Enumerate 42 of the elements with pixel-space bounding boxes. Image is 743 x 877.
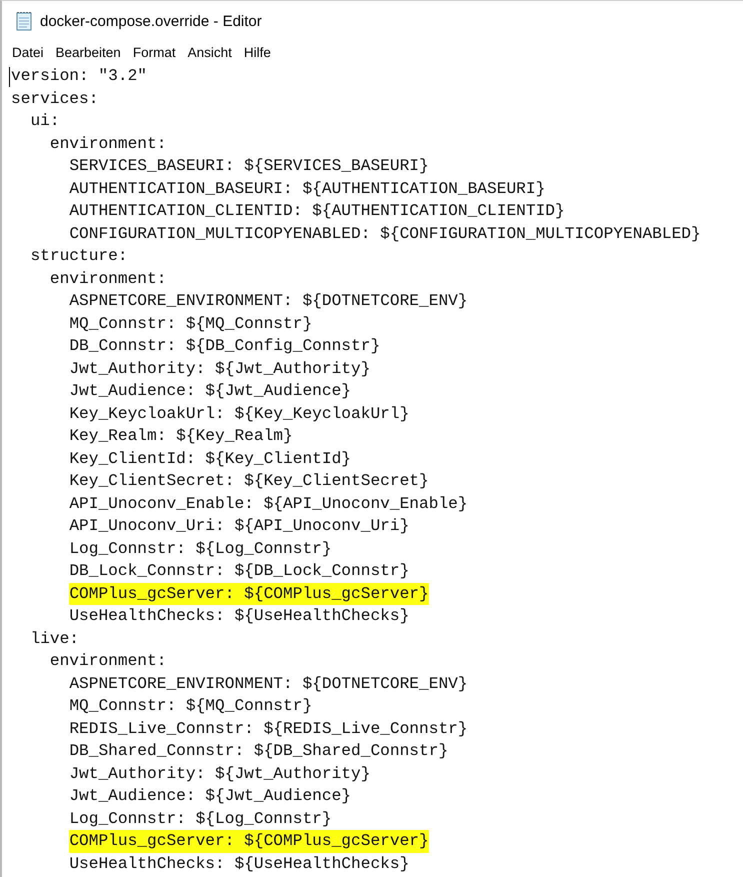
menu-item[interactable]: Ansicht	[182, 44, 238, 60]
code-line: environment:	[50, 651, 166, 672]
code-line: environment:	[50, 268, 166, 290]
code-line: AUTHENTICATION_BASEURI: ${AUTHENTICATION_BASEURI}	[69, 178, 546, 200]
code-line: environment:	[50, 134, 166, 154]
code-line: Log_Connstr: ${Log_Connstr}	[69, 808, 332, 830]
code-line: ui:	[30, 111, 60, 132]
code-line: Jwt_Authority: ${Jwt_Authority}	[69, 358, 370, 380]
menu-item[interactable]: Hilfe	[238, 44, 277, 60]
menu-item[interactable]: Datei	[6, 44, 50, 60]
code-line: services:	[11, 88, 98, 110]
code-line: UseHealthChecks: ${UseHealthChecks}	[69, 854, 410, 874]
code-line: DB_Lock_Connstr: ${DB_Lock_Connstr}	[69, 561, 410, 582]
code-line: AUTHENTICATION_CLIENTID: ${AUTHENTICATION_CLIENTID}	[69, 201, 565, 222]
notepad-icon	[16, 11, 32, 31]
code-line: live:	[30, 628, 80, 650]
code-line: MQ_Connstr: ${MQ_Connstr}	[69, 696, 312, 717]
code-line: REDIS_Live_Connstr: ${REDIS_Live_Connstr}	[69, 718, 468, 740]
code-line: Key_ClientId: ${Key_ClientId}	[69, 448, 352, 470]
menu-item[interactable]: Format	[126, 44, 182, 60]
text-cursor	[9, 67, 10, 87]
code-line: DB_Connstr: ${DB_Config_Connstr}	[69, 336, 380, 357]
code-line: Jwt_Authority: ${Jwt_Authority}	[69, 764, 370, 784]
window-title: docker-compose.override - Editor	[40, 12, 262, 30]
code-line: structure:	[30, 246, 128, 267]
code-line: MQ_Connstr: ${MQ_Connstr}	[69, 314, 312, 334]
menu-item[interactable]: Bearbeiten	[50, 44, 127, 60]
code-line: Jwt_Audience: ${Jwt_Audience}	[69, 786, 352, 807]
code-line: ASPNETCORE_ENVIRONMENT: ${DOTNETCORE_ENV}	[69, 674, 468, 694]
code-line: Key_ClientSecret: ${Key_ClientSecret}	[69, 471, 429, 492]
code-line: Log_Connstr: ${Log_Connstr}	[69, 538, 332, 560]
code-line: ASPNETCORE_ENVIRONMENT: ${DOTNETCORE_ENV}	[69, 291, 468, 312]
code-line: CONFIGURATION_MULTICOPYENABLED: ${CONFIGURATION_MULTICOPYENABLED}	[69, 224, 701, 244]
code-line: SERVICES_BASEURI: ${SERVICES_BASEURI}	[69, 156, 429, 177]
code-line: API_Unoconv_Enable: ${API_Unoconv_Enable}	[69, 494, 468, 514]
code-line: version: "3.2"	[11, 66, 147, 87]
code-line: Key_Realm: ${Key_Realm}	[69, 426, 293, 447]
code-line: Jwt_Audience: ${Jwt_Audience}	[69, 381, 352, 402]
code-line: DB_Shared_Connstr: ${DB_Shared_Connstr}	[69, 741, 448, 762]
code-line: UseHealthChecks: ${UseHealthChecks}	[69, 606, 410, 627]
code-line: API_Unoconv_Uri: ${API_Unoconv_Uri}	[69, 516, 410, 537]
code-line: Key_KeycloakUrl: ${Key_KeycloakUrl}	[69, 404, 410, 424]
